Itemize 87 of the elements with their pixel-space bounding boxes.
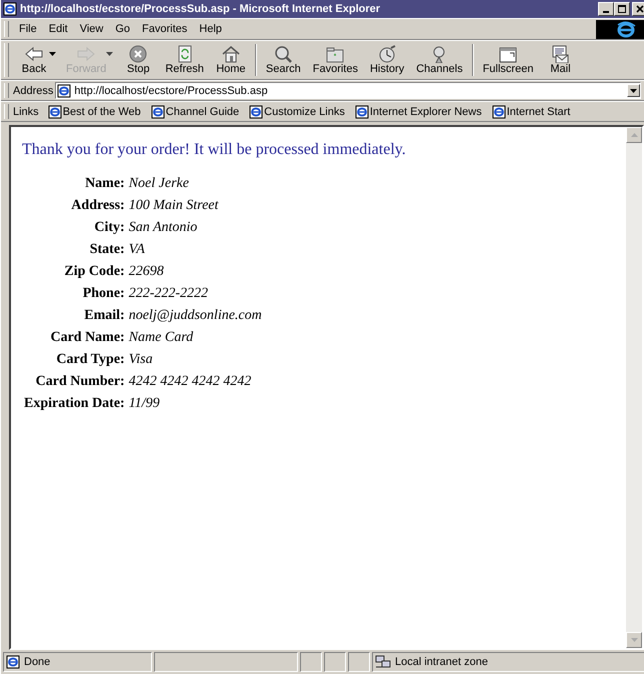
field-label: City: <box>93 219 126 237</box>
zone-text: Local intranet zone <box>395 656 488 668</box>
window-icon <box>498 45 518 63</box>
menu-item[interactable]: Edit <box>42 23 74 35</box>
dropdown-caret-icon[interactable] <box>49 52 56 56</box>
search-icon <box>273 45 294 63</box>
network-computers-icon <box>375 655 391 669</box>
field-value: 22698 <box>128 263 165 281</box>
caret-icon <box>630 88 637 92</box>
field-label: Address: <box>70 197 126 215</box>
link-button[interactable]: Best of the Web <box>42 104 146 118</box>
menu-item[interactable]: Go <box>109 23 136 35</box>
mail-icon <box>550 45 570 63</box>
window-title: http://localhost/ecstore/ProcessSub.asp - Microsoft Internet Explorer <box>20 3 382 15</box>
field-value: San Antonio <box>128 219 198 237</box>
address-field[interactable]: http://localhost/ecstore/ProcessSub.asp <box>55 82 641 99</box>
browser-icon <box>3 2 17 16</box>
back-arrow-icon <box>24 45 44 63</box>
field-value: VA <box>128 241 146 259</box>
dropdown-caret-icon[interactable] <box>106 52 114 56</box>
menu-item[interactable]: Favorites <box>136 23 194 35</box>
page-icon <box>6 655 20 669</box>
field-label: Email: <box>83 307 126 325</box>
minimize-icon <box>603 11 609 13</box>
field-label: Expiration Date: <box>23 395 126 413</box>
down-arrow-icon <box>630 638 638 642</box>
toolbar-button[interactable]: Back <box>13 44 55 76</box>
page-icon <box>354 104 369 118</box>
field-label: Name: <box>84 175 126 193</box>
dropdown-button[interactable] <box>627 84 640 97</box>
address-label: Address <box>13 84 54 96</box>
scroll-up-button[interactable] <box>626 127 642 143</box>
page-icon <box>249 104 264 118</box>
status-text: Done <box>24 656 50 668</box>
folder-icon <box>325 45 346 63</box>
toolbar-button[interactable]: Home <box>210 44 252 76</box>
toolbar-button[interactable]: Refresh <box>159 44 210 76</box>
stop-icon <box>128 45 148 63</box>
e-logo-icon <box>616 20 636 38</box>
field-value: Name Card <box>128 329 194 347</box>
field-value: 11/99 <box>128 395 161 413</box>
toolbar-button[interactable]: Search <box>260 44 307 76</box>
house-icon <box>220 45 241 63</box>
link-button[interactable]: Internet Explorer News <box>350 104 487 118</box>
menu-item[interactable]: View <box>74 23 110 35</box>
up-arrow-icon <box>630 133 638 137</box>
page-icon <box>150 104 165 118</box>
status-pane <box>300 652 322 672</box>
maximize-icon <box>617 4 627 14</box>
links-label: Links <box>13 106 40 118</box>
field-label: Card Number: <box>34 373 126 391</box>
maximize-button[interactable] <box>614 2 630 16</box>
page-icon <box>492 104 506 118</box>
status-pane <box>348 652 370 672</box>
toolbar-button[interactable]: Channels <box>410 44 469 76</box>
toolbar-button[interactable]: Stop <box>117 44 160 76</box>
field-value: Visa <box>128 351 154 369</box>
forward-arrow-icon <box>76 45 96 63</box>
confirmation-heading: Thank you for your order! It will be processed immediately. <box>22 141 407 159</box>
field-label: Zip Code: <box>63 263 126 281</box>
close-button[interactable] <box>632 2 644 16</box>
field-value: noelj@juddsonline.com <box>128 307 263 325</box>
minimize-button[interactable] <box>598 2 614 16</box>
close-icon <box>635 4 644 14</box>
field-value: 4242 4242 4242 4242 <box>128 373 252 391</box>
field-label: Phone: <box>82 285 126 303</box>
status-pane <box>324 652 346 672</box>
toolbar-button[interactable]: Fullscreen <box>476 44 540 76</box>
scrollbar[interactable] <box>626 127 642 648</box>
toolbar-button[interactable]: Mail <box>539 44 582 76</box>
clock-icon <box>377 45 398 63</box>
toolbar-button[interactable]: History <box>364 44 410 76</box>
link-button[interactable]: Channel Guide <box>146 104 244 118</box>
field-label: State: <box>88 241 126 259</box>
scroll-down-button[interactable] <box>626 632 642 648</box>
menu-item[interactable]: File <box>13 23 43 35</box>
field-label: Card Name: <box>49 329 126 347</box>
link-button[interactable]: Internet Start <box>486 104 576 118</box>
page-icon <box>57 84 72 98</box>
field-value: 100 Main Street <box>128 197 220 215</box>
field-label: Card Type: <box>55 351 126 369</box>
page-icon <box>48 104 62 118</box>
toolbar-button[interactable]: Favorites <box>306 44 364 76</box>
field-value: Noel Jerke <box>128 175 190 193</box>
link-button[interactable]: Customize Links <box>244 104 350 118</box>
menu-item[interactable]: Help <box>193 23 228 35</box>
field-value: 222-222-2222 <box>128 285 210 303</box>
